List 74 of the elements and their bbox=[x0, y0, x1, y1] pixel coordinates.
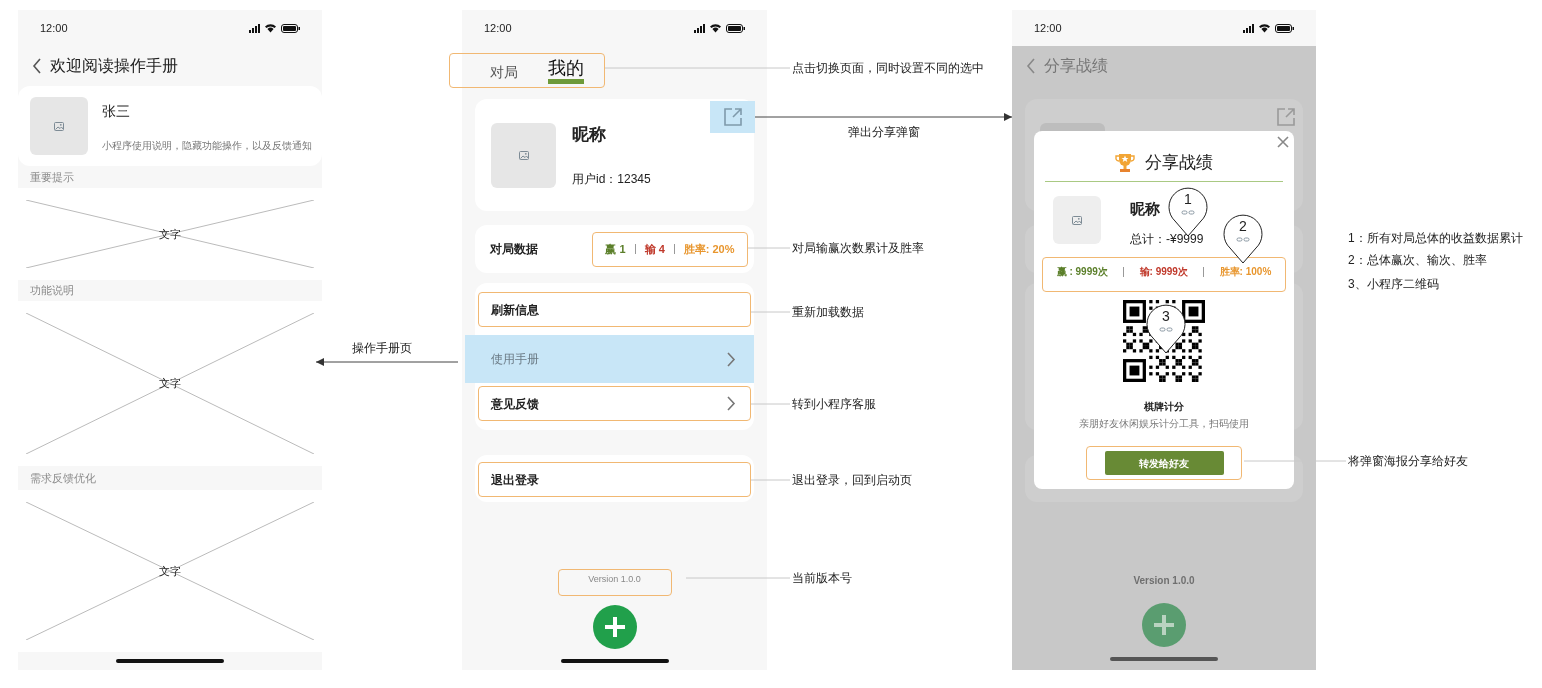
note-text: 2：总体赢次、输次、胜率 bbox=[1348, 254, 1487, 266]
user-name: 张三 bbox=[102, 102, 131, 121]
version-label: Version 1.0.0 bbox=[1133, 574, 1195, 588]
annotation-text: 操作手册页 bbox=[352, 342, 412, 354]
annotation-text: 转到小程序客服 bbox=[792, 398, 876, 410]
annotation-text: 退出登录，回到启动页 bbox=[792, 474, 912, 486]
close-icon bbox=[1277, 136, 1289, 148]
status-time: 12:00 bbox=[1034, 20, 1062, 36]
annotation-text: 当前版本号 bbox=[792, 572, 852, 584]
share-button[interactable] bbox=[710, 101, 755, 133]
share-icon[interactable] bbox=[1276, 107, 1296, 127]
wins-count: 赢 1 bbox=[605, 241, 626, 257]
battery-icon bbox=[281, 23, 300, 33]
status-time: 12:00 bbox=[40, 20, 68, 36]
losses-count: 输 4 bbox=[644, 241, 665, 257]
stats-label: 对局数据 bbox=[490, 241, 538, 258]
plus-icon bbox=[1152, 613, 1176, 637]
user-id: 用户id：12345 bbox=[572, 170, 651, 188]
pin-number: 3 bbox=[1161, 309, 1171, 323]
wifi-icon bbox=[709, 23, 722, 33]
annotation-text: 点击切换页面，同时设置不同的选中 bbox=[792, 62, 984, 74]
trophy-icon bbox=[1115, 153, 1135, 173]
signal-icon bbox=[1243, 23, 1254, 33]
tab[interactable]: 我的 bbox=[548, 59, 584, 84]
image-icon bbox=[1072, 215, 1082, 225]
description-text: 小程序使用说明，隐藏功能操作，以及反馈通知 bbox=[102, 139, 312, 153]
annotation-text: 重新加载数据 bbox=[792, 306, 864, 318]
pin-number: 1 bbox=[1183, 192, 1193, 206]
signal-icon bbox=[694, 23, 705, 33]
close-button[interactable] bbox=[1277, 136, 1289, 148]
plus-icon bbox=[602, 615, 627, 639]
battery-icon bbox=[1275, 23, 1294, 33]
nickname: 昵称 bbox=[572, 124, 607, 147]
share-icon[interactable] bbox=[722, 107, 743, 127]
tab[interactable]: 对局 bbox=[490, 62, 518, 83]
image-icon bbox=[54, 121, 64, 131]
signal-icon bbox=[249, 23, 260, 33]
total-amount: 总计：-¥9999 bbox=[1130, 230, 1204, 248]
annotation-text: 将弹窗海报分享给好友 bbox=[1348, 455, 1468, 467]
version-label: Version 1.0.0 bbox=[557, 569, 672, 596]
wifi-icon bbox=[264, 23, 277, 33]
back-icon[interactable] bbox=[32, 57, 42, 75]
placeholder-text: 文字 bbox=[159, 376, 181, 392]
menu-item[interactable]: 刷新信息 bbox=[478, 292, 751, 327]
page-title: 分享战绩 bbox=[1044, 56, 1108, 76]
pin-number: 2 bbox=[1238, 219, 1248, 233]
menu-item[interactable]: 意见反馈 bbox=[478, 386, 751, 421]
section-heading: 重要提示 bbox=[30, 169, 74, 185]
wifi-icon bbox=[1258, 23, 1271, 33]
placeholder-text: 文字 bbox=[159, 563, 181, 579]
nickname: 昵称 bbox=[1130, 199, 1160, 219]
status-time: 12:00 bbox=[484, 20, 512, 36]
add-button[interactable] bbox=[592, 605, 637, 649]
app-name: 棋牌计分 bbox=[1144, 400, 1184, 414]
page-title: 欢迎阅读操作手册 bbox=[50, 56, 178, 76]
add-button[interactable] bbox=[1142, 603, 1186, 647]
section-heading: 需求反馈优化 bbox=[30, 470, 96, 486]
forward-button[interactable]: 转发给好友 bbox=[1104, 451, 1224, 475]
losses-count: 输: 9999次 bbox=[1139, 265, 1188, 279]
note-text: 3、小程序二维码 bbox=[1348, 278, 1439, 290]
placeholder-text: 文字 bbox=[159, 226, 181, 242]
menu-item[interactable]: 使用手册 bbox=[465, 335, 754, 383]
app-tagline: 亲朋好友休闲娱乐计分工具，扫码使用 bbox=[1079, 417, 1249, 431]
win-rate: 胜率: 20% bbox=[683, 241, 735, 257]
annotation-text: 对局输赢次数累计及胜率 bbox=[792, 242, 924, 254]
battery-icon bbox=[726, 23, 745, 33]
wins-count: 赢 : 9999次 bbox=[1056, 265, 1108, 279]
note-text: 1：所有对局总体的收益数据累计 bbox=[1348, 232, 1523, 244]
annotation-text: 弹出分享弹窗 bbox=[848, 126, 920, 138]
win-rate: 胜率: 100% bbox=[1219, 265, 1272, 279]
section-heading: 功能说明 bbox=[30, 283, 74, 299]
image-icon bbox=[518, 150, 529, 160]
dialog-title: 分享战绩 bbox=[1145, 152, 1213, 175]
logout-button[interactable]: 退出登录 bbox=[478, 462, 751, 497]
